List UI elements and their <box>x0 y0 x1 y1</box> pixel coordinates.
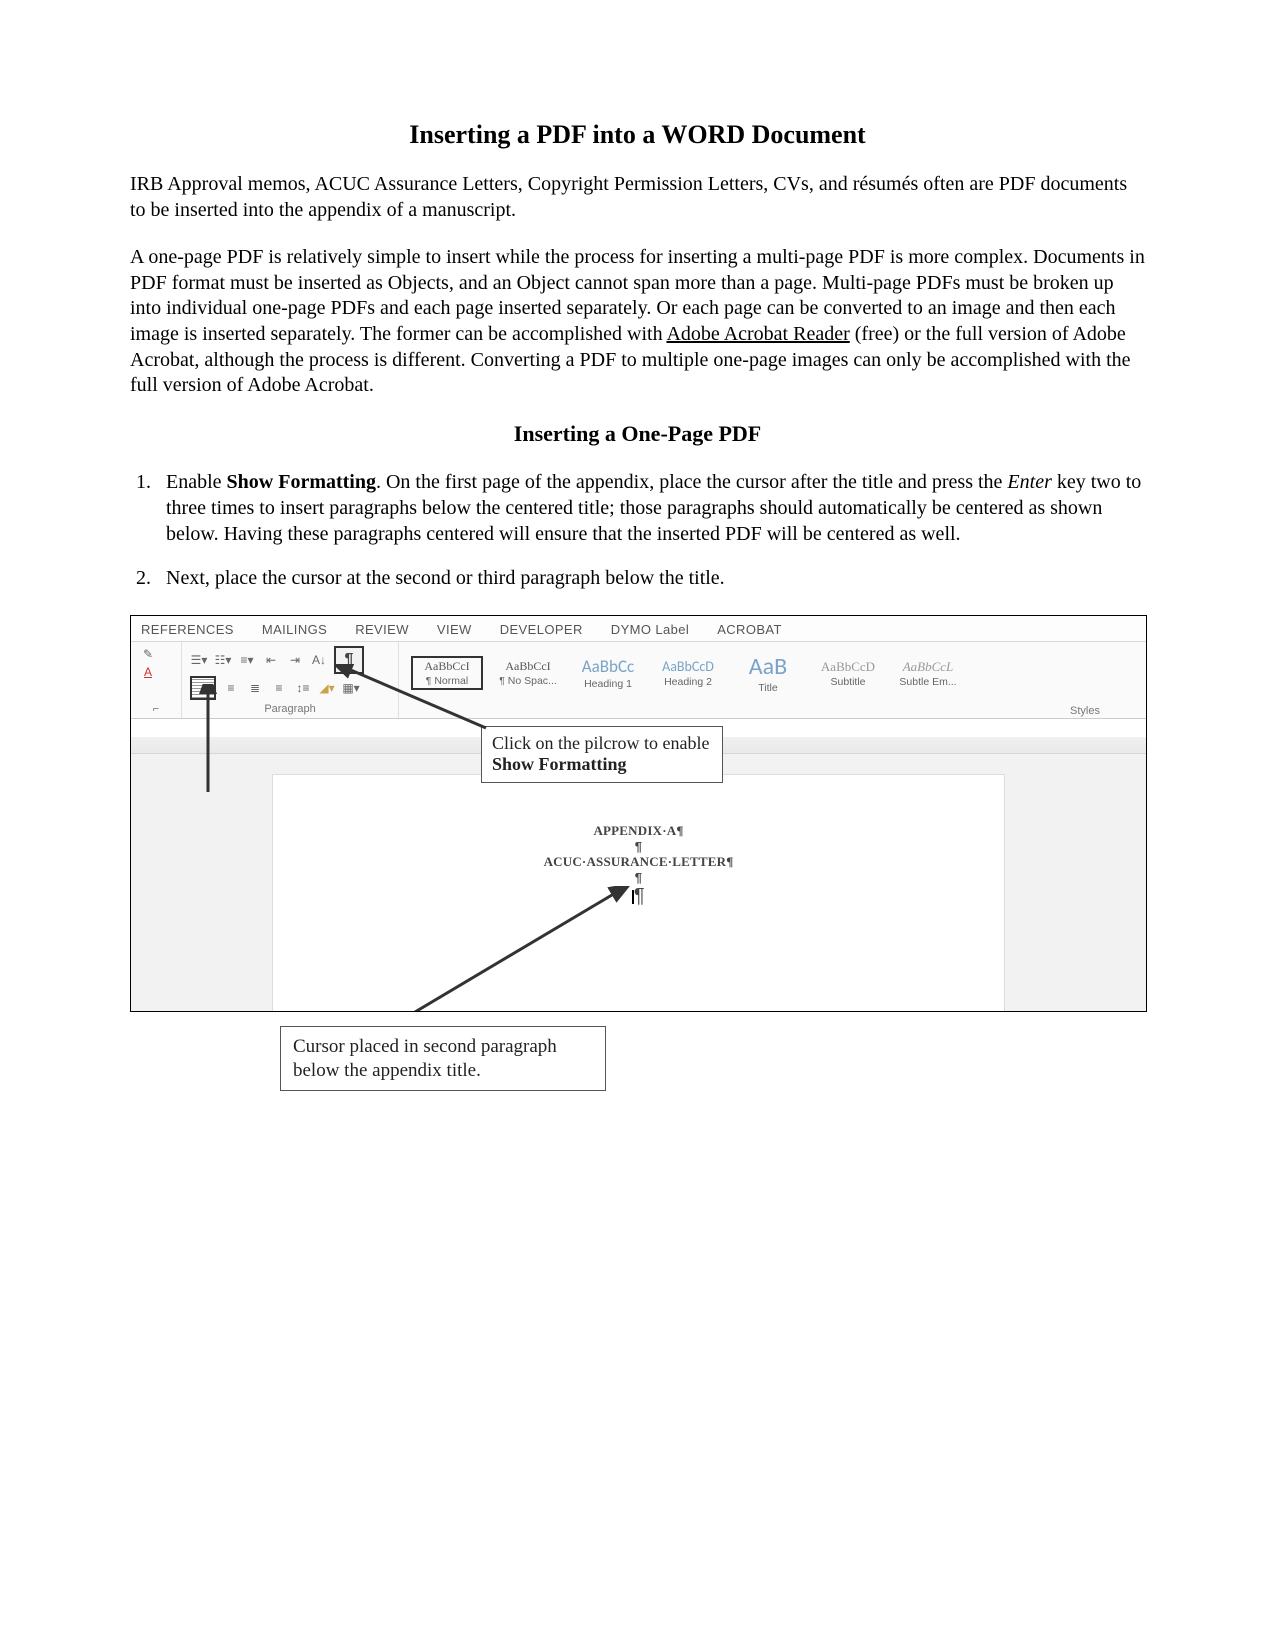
section-heading: Inserting a One-Page PDF <box>130 421 1145 447</box>
word-screenshot: REFERENCES MAILINGS REVIEW VIEW DEVELOPE… <box>130 615 1147 1012</box>
tab-developer[interactable]: DEVELOPER <box>500 622 583 637</box>
style-heading2[interactable]: AaBbCcD Heading 2 <box>653 656 723 690</box>
style-nospacing[interactable]: AaBbCcI ¶ No Spac... <box>493 657 563 689</box>
style-nospacing-sample: AaBbCcI <box>505 659 550 674</box>
tab-mailings[interactable]: MAILINGS <box>262 622 327 637</box>
pilcrow-2-text: ¶ <box>635 870 642 885</box>
style-title-name: Title <box>758 682 777 694</box>
style-h1-sample: AaBbCc <box>582 656 634 677</box>
style-subtitle-name: Subtitle <box>830 676 865 688</box>
borders-dropdown-icon[interactable]: ▦▾ <box>342 680 360 696</box>
callout1-text: Click on the pilcrow to enable <box>492 733 709 753</box>
tab-view[interactable]: VIEW <box>437 622 472 637</box>
style-normal-name: ¶ Normal <box>426 675 468 687</box>
align-center-icon[interactable]: ≣ <box>246 680 264 696</box>
style-nospacing-name: ¶ No Spac... <box>499 675 557 687</box>
steps-list: Enable Show Formatting. On the first pag… <box>130 469 1145 591</box>
borders-button[interactable] <box>190 676 216 700</box>
shading-icon[interactable]: ◢▾ <box>318 680 336 696</box>
paragraph-group: ☰▾ ☷▾ ≡▾ ⇤ ⇥ A↓ ¶ ≡ ≣ ≡ ↕≡ ◢▾ <box>182 642 399 718</box>
intro-paragraph-2: A one-page PDF is relatively simple to i… <box>130 245 1145 399</box>
callout-cursor: Cursor placed in second paragraph below … <box>280 1026 606 1092</box>
paragraph-group-label: Paragraph <box>190 703 390 716</box>
numbering-icon[interactable]: ☷▾ <box>214 652 232 668</box>
style-title-sample: AaB <box>749 652 787 681</box>
step1-bold: Show Formatting <box>227 471 376 493</box>
styles-group: AaBbCcI ¶ Normal AaBbCcI ¶ No Spac... Aa… <box>399 642 1146 718</box>
style-h2-sample: AaBbCcD <box>662 658 714 675</box>
style-normal-sample: AaBbCcI <box>424 659 469 674</box>
style-h2-name: Heading 2 <box>664 676 712 688</box>
style-subtitle-sample: AaBbCcD <box>821 659 875 675</box>
appendix-title: APPENDIX·A¶ <box>273 823 1004 839</box>
increase-indent-icon[interactable]: ⇥ <box>286 652 304 668</box>
cursor-line: ¶ <box>273 885 1004 908</box>
style-subtitle[interactable]: AaBbCcD Subtitle <box>813 657 883 690</box>
adobe-reader-link[interactable]: Adobe Acrobat Reader <box>666 323 849 345</box>
format-painter-icon[interactable]: ✎ <box>139 646 157 662</box>
font-color-icon[interactable]: A <box>139 664 157 680</box>
ribbon-tabs: REFERENCES MAILINGS REVIEW VIEW DEVELOPE… <box>131 616 1146 642</box>
callout-pilcrow: Click on the pilcrow to enable Show Form… <box>481 726 723 783</box>
font-group-footer: ⌐ <box>139 703 173 716</box>
appendix-subtitle: ACUC·ASSURANCE·LETTER¶ <box>273 854 1004 870</box>
style-normal[interactable]: AaBbCcI ¶ Normal <box>411 656 483 690</box>
bullets-icon[interactable]: ☰▾ <box>190 652 208 668</box>
ribbon-body: ✎ A ⌐ ☰▾ ☷▾ ≡▾ ⇤ ⇥ A↓ ¶ <box>131 642 1146 719</box>
tab-acrobat[interactable]: ACROBAT <box>717 622 782 637</box>
font-group-cut: ✎ A ⌐ <box>131 642 182 718</box>
step-1: Enable Show Formatting. On the first pag… <box>156 469 1145 547</box>
tab-dymo[interactable]: DYMO Label <box>611 622 689 637</box>
decrease-indent-icon[interactable]: ⇤ <box>262 652 280 668</box>
callout1-bold: Show Formatting <box>492 754 627 774</box>
style-title[interactable]: AaB Title <box>733 650 803 696</box>
styles-gallery[interactable]: AaBbCcI ¶ Normal AaBbCcI ¶ No Spac... Aa… <box>405 642 1140 705</box>
tab-references[interactable]: REFERENCES <box>141 622 234 637</box>
intro-paragraph-1: IRB Approval memos, ACUC Assurance Lette… <box>130 172 1145 223</box>
style-subtle-name: Subtle Em... <box>899 676 956 688</box>
document-page[interactable]: APPENDIX·A¶ ¶ ACUC·ASSURANCE·LETTER¶ ¶ ¶ <box>272 774 1005 1012</box>
align-right-icon[interactable]: ≡ <box>270 680 288 696</box>
style-heading1[interactable]: AaBbCc Heading 1 <box>573 654 643 692</box>
align-left-icon[interactable]: ≡ <box>222 680 240 696</box>
style-subtle-emph[interactable]: AaBbCcL Subtle Em... <box>893 657 963 690</box>
sort-icon[interactable]: A↓ <box>310 652 328 668</box>
step-2: Next, place the cursor at the second or … <box>156 565 1145 591</box>
pilcrow-line-1: ¶ <box>273 839 1004 854</box>
document-area[interactable]: APPENDIX·A¶ ¶ ACUC·ASSURANCE·LETTER¶ ¶ ¶ <box>131 754 1146 1012</box>
step1-enter: Enter <box>1007 471 1051 493</box>
styles-group-label: Styles <box>405 705 1140 718</box>
step1-mid: . On the first page of the appendix, pla… <box>376 471 1007 493</box>
page-title: Inserting a PDF into a WORD Document <box>130 120 1145 150</box>
pilcrow-button[interactable]: ¶ <box>334 646 364 674</box>
style-h1-name: Heading 1 <box>584 678 632 690</box>
style-subtle-sample: AaBbCcL <box>903 659 954 675</box>
line-spacing-icon[interactable]: ↕≡ <box>294 680 312 696</box>
multilevel-icon[interactable]: ≡▾ <box>238 652 256 668</box>
pilcrow-line-2: ¶ <box>273 870 1004 885</box>
step1-pre: Enable <box>166 471 227 493</box>
pilcrow-3: ¶ <box>634 885 645 907</box>
tab-review[interactable]: REVIEW <box>355 622 409 637</box>
